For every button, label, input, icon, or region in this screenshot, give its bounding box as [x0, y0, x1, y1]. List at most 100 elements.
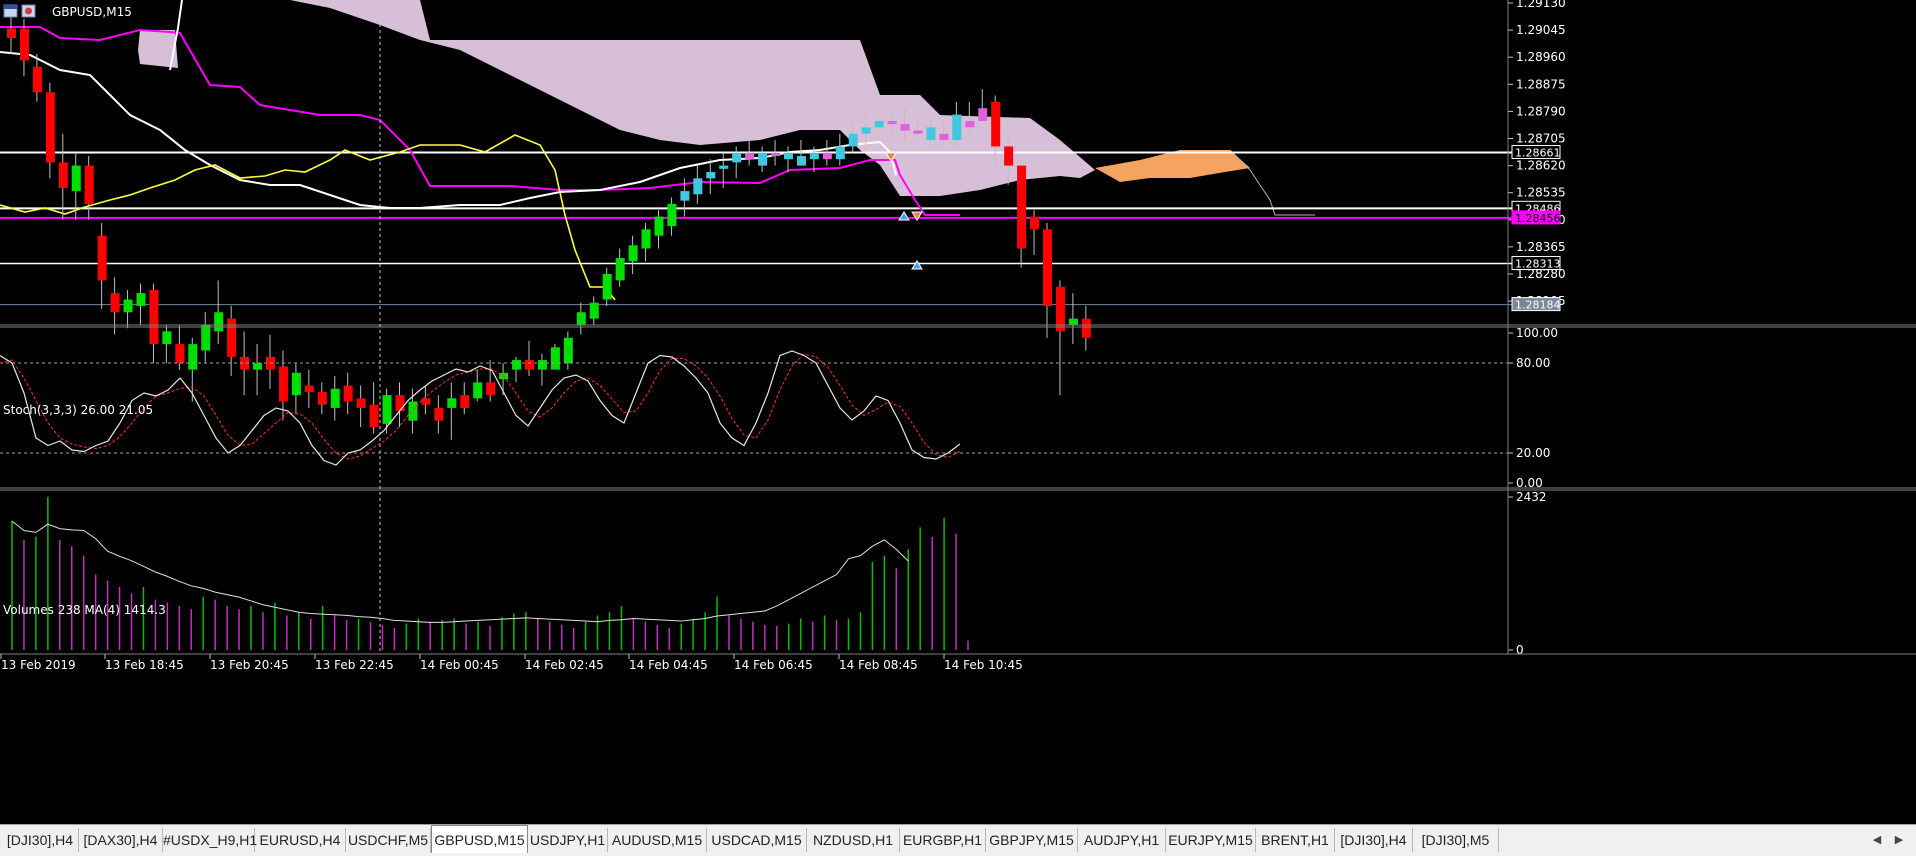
candle-body [835, 146, 845, 160]
tab--dji30-m5[interactable]: [DJI30],M5 [1413, 828, 1499, 852]
tab-usdjpy-h1[interactable]: USDJPY,H1 [528, 828, 608, 852]
candle-body [201, 325, 211, 351]
tab-audjpy-h1[interactable]: AUDJPY,H1 [1078, 828, 1166, 852]
candle-body [887, 120, 897, 125]
chart-canvas[interactable]: 100.0080.0020.000.00 24320 1.291301.2904… [0, 0, 1916, 824]
candle-body [253, 363, 263, 370]
candle-body [641, 229, 651, 249]
volume-label: Volumes 238 MA(4) 1414.3 [3, 603, 166, 617]
tab-nzdusd-h1[interactable]: NZDUSD,H1 [807, 828, 900, 852]
candle-body [667, 203, 677, 227]
candle-body [848, 133, 858, 147]
candle-body [784, 152, 793, 160]
candle-body [693, 178, 703, 195]
candle-body [32, 66, 42, 93]
time-tick-label: 13 Feb 20:45 [210, 658, 289, 672]
price-box-label: 1.28313 [1515, 257, 1561, 270]
candle-body [19, 28, 29, 61]
candle-body [602, 274, 612, 300]
tab-usdchf-m5[interactable]: USDCHF,M5 [346, 828, 431, 852]
price-axis: 1.29130 1.29045 1.28960 1.28875 1.28790 1.287… [1508, 0, 1566, 312]
price-tick-label: 1.28875 [1516, 77, 1566, 91]
tab-usdcad-m15[interactable]: USDCAD,M15 [707, 828, 807, 852]
price-box-label: 1.28456 [1515, 212, 1561, 225]
volume-tick-label: 2432 [1516, 490, 1547, 504]
time-tick-label: 13 Feb 18:45 [105, 658, 184, 672]
candle-body [758, 152, 768, 166]
ichimoku-cloud-future [1095, 150, 1250, 182]
candle-body [926, 127, 936, 141]
candle-body [952, 114, 962, 141]
tab--dji30-h4[interactable]: [DJI30],H4 [2, 828, 79, 852]
candle-body [304, 385, 314, 392]
candle-body [421, 398, 431, 405]
price-tick-label: 1.28790 [1516, 104, 1566, 118]
candle-body [395, 395, 405, 412]
senkou-span-future-edge [1229, 149, 1315, 216]
candle-body [525, 360, 534, 370]
symbol-header: GBPUSD,M15 [3, 4, 132, 19]
price-tick-label: 1.28620 [1516, 159, 1566, 173]
tab-eurjpy-m15[interactable]: EURJPY,M15 [1166, 828, 1256, 852]
candle-body [628, 245, 638, 262]
buy-arrow-icon [911, 260, 923, 270]
candle-body [473, 382, 483, 399]
candle-body [550, 347, 560, 370]
candle-body [434, 407, 444, 421]
candle-body [1004, 146, 1014, 166]
candle-body [771, 152, 781, 157]
candle-body [408, 401, 418, 421]
candle-body [278, 366, 288, 402]
symbol-label: GBPUSD,M15 [52, 5, 132, 19]
candle-body [7, 28, 16, 39]
candle-body [822, 152, 832, 160]
time-tick-label: 13 Feb 2019 [1, 658, 76, 672]
candle-body [512, 360, 522, 370]
candle-body [58, 162, 68, 188]
candle-body [680, 191, 690, 201]
stoch-tick-label: 20.00 [1516, 446, 1550, 460]
tab-brent-h1[interactable]: BRENT,H1 [1256, 828, 1335, 852]
chart-frame [0, 0, 1916, 655]
candle-body [615, 258, 625, 281]
candle-body [45, 92, 55, 163]
price-tick-label: 1.28705 [1516, 132, 1566, 146]
tab-gbpjpy-m15[interactable]: GBPJPY,M15 [986, 828, 1078, 852]
tab-gbpusd-m15[interactable]: GBPUSD,M15 [431, 825, 528, 853]
candle-body [913, 130, 923, 134]
candle-body [1068, 318, 1078, 326]
candle-body [447, 398, 457, 408]
chart-tab-bar: ◀ ▶ [DJI30],H4 [DAX30],H4 #USDX_H9,H1 EURUS… [0, 824, 1916, 856]
candle-body [110, 293, 120, 313]
candle-body [214, 312, 224, 332]
candle-body [874, 120, 884, 128]
time-axis: 13 Feb 2019 13 Feb 18:45 13 Feb 20:45 13 Fe… [0, 654, 1023, 672]
candle-body [188, 344, 198, 370]
stoch-tick-label: 100.00 [1516, 326, 1558, 340]
candle-body [149, 289, 159, 345]
tab--dji30-h4[interactable]: [DJI30],H4 [1335, 828, 1413, 852]
candle-body [900, 124, 910, 131]
candle-body [965, 120, 975, 128]
candle-body [175, 344, 185, 364]
candle-body [991, 101, 1001, 147]
tab-eurgbp-h1[interactable]: EURGBP,H1 [900, 828, 986, 852]
candle-body [1017, 165, 1027, 249]
time-tick-label: 14 Feb 04:45 [629, 658, 708, 672]
candle-body [123, 299, 133, 313]
price-tick-label: 1.28535 [1516, 186, 1566, 200]
price-box-label: 1.28661 [1515, 147, 1561, 160]
candle-body [706, 171, 716, 179]
candle-body [809, 152, 819, 160]
tab-eurusd-h4[interactable]: EURUSD,H4 [255, 828, 346, 852]
candle-body [654, 216, 664, 236]
time-tick-label: 14 Feb 02:45 [525, 658, 604, 672]
tab-scroll-right-icon[interactable]: ▶ [1890, 831, 1908, 849]
tab-audusd-m15[interactable]: AUDUSD,M15 [608, 828, 707, 852]
candle-body [1081, 318, 1091, 338]
tab--dax30-h4[interactable]: [DAX30],H4 [79, 828, 163, 852]
tab-scroll-left-icon[interactable]: ◀ [1868, 831, 1886, 849]
candle-body [861, 127, 871, 134]
tab--usdx-h9-h1[interactable]: #USDX_H9,H1 [163, 828, 257, 852]
volume-pane: 2432 0 [11, 490, 1547, 657]
